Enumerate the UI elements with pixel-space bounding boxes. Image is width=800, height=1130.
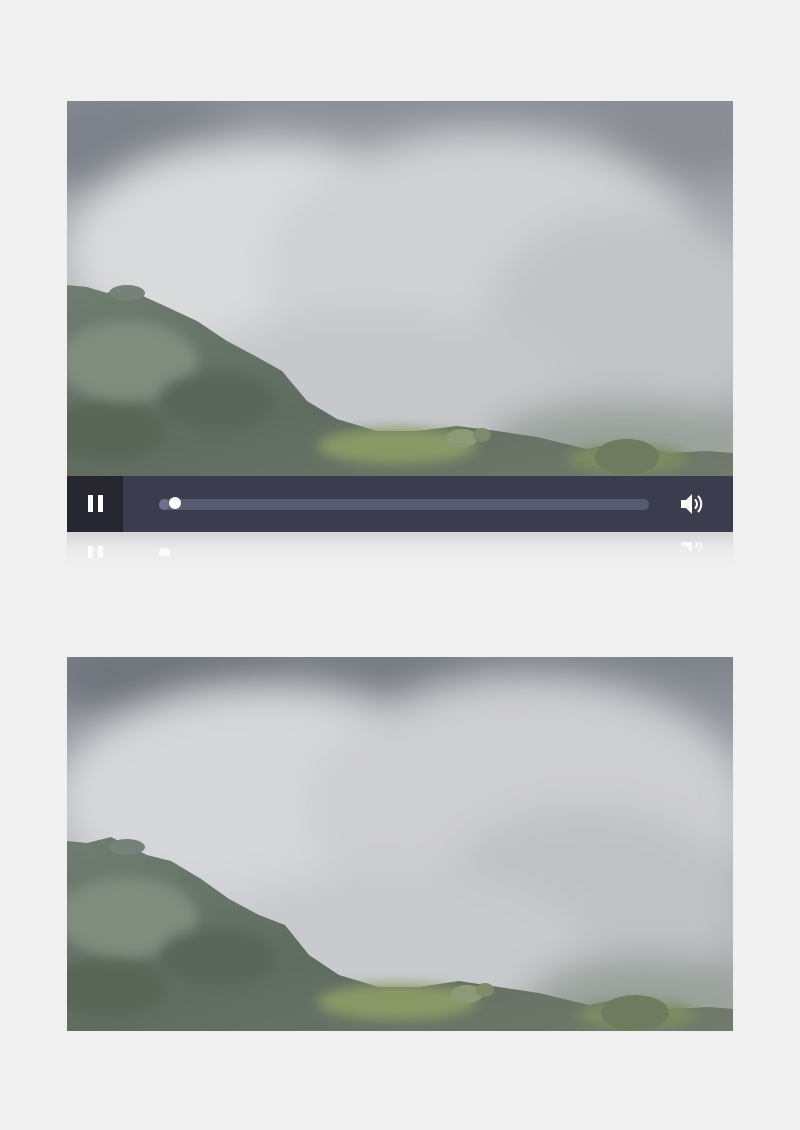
volume-button[interactable] bbox=[679, 491, 707, 517]
video-frame-top[interactable] bbox=[67, 101, 733, 476]
progress-fill bbox=[159, 499, 169, 510]
pause-button[interactable] bbox=[67, 476, 123, 532]
progress-bar[interactable] bbox=[159, 499, 649, 510]
video-image bbox=[67, 101, 733, 476]
video-frame-bottom bbox=[67, 657, 733, 1031]
pause-icon bbox=[88, 495, 93, 512]
video-image bbox=[67, 657, 733, 1031]
video-controls bbox=[67, 476, 733, 532]
volume-icon-reflection bbox=[681, 542, 703, 552]
progress-knob[interactable] bbox=[168, 497, 181, 509]
volume-icon bbox=[681, 494, 703, 514]
controls-reflection bbox=[67, 532, 733, 570]
